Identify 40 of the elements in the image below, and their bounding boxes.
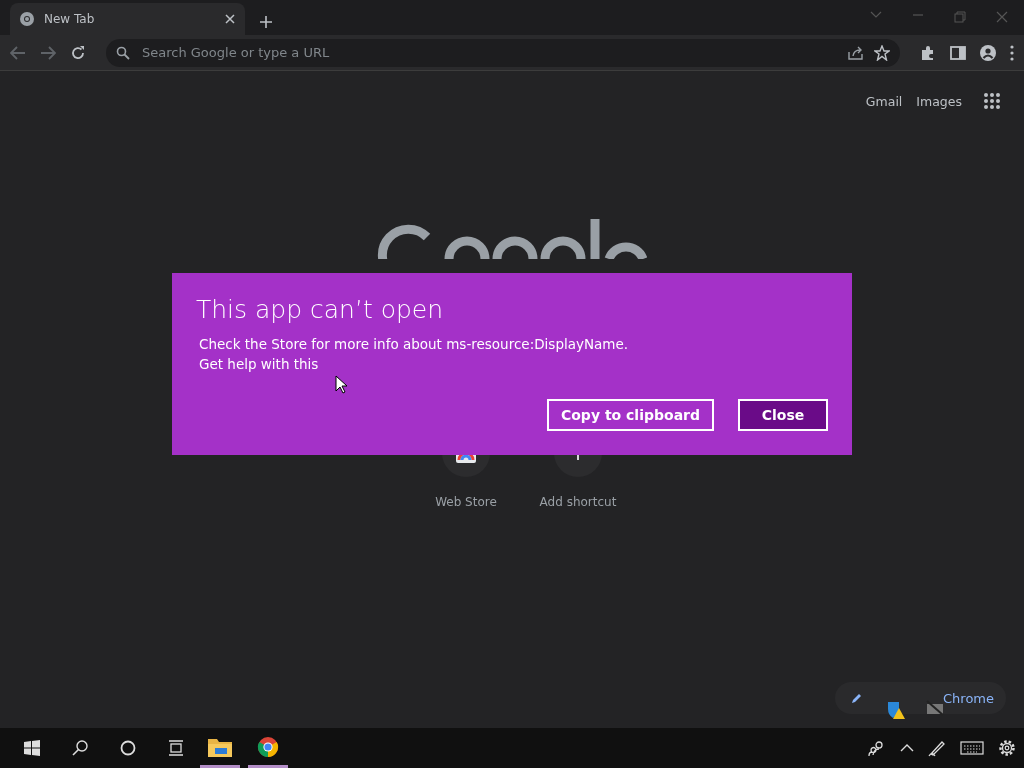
address-bar[interactable]: Search Google or type a URL <box>106 38 900 67</box>
close-icon[interactable] <box>225 14 235 24</box>
back-icon[interactable] <box>10 45 26 60</box>
new-tab-icon[interactable] <box>259 15 273 29</box>
pen-icon[interactable] <box>928 739 946 757</box>
shortcut-label: Add shortcut <box>539 495 617 509</box>
copy-button[interactable]: Copy to clipboard <box>546 399 714 431</box>
menu-icon[interactable] <box>1010 44 1014 61</box>
shortcut-label: Web Store <box>435 495 497 509</box>
customize-chrome-button[interactable]: Chrome <box>835 682 1006 714</box>
crossed-device-icon[interactable] <box>926 700 944 716</box>
reload-icon[interactable] <box>70 44 86 61</box>
profile-icon[interactable] <box>980 44 996 61</box>
pencil-icon <box>851 692 863 704</box>
windows-logo-icon[interactable] <box>24 740 40 756</box>
chrome-icon[interactable] <box>257 735 279 758</box>
search-icon[interactable] <box>72 740 88 756</box>
keyboard-icon[interactable] <box>960 741 984 755</box>
chevron-up-icon[interactable] <box>900 744 914 752</box>
cursor-icon <box>335 375 347 394</box>
help-link[interactable]: Get help with this <box>199 356 319 372</box>
search-icon <box>116 45 130 60</box>
header-link[interactable]: Images <box>916 93 962 109</box>
star-icon[interactable] <box>874 44 890 61</box>
apps-grid-icon[interactable] <box>984 93 1000 109</box>
settings-icon[interactable] <box>998 739 1016 757</box>
chrome-icon <box>20 12 34 26</box>
puzzle-icon[interactable] <box>920 44 936 61</box>
dialog-message: Check the Store for more info about ms-resource:DisplayName. <box>199 336 630 352</box>
forward-icon[interactable] <box>40 45 56 60</box>
shield-warning-icon[interactable] <box>886 700 906 720</box>
task-view-icon[interactable] <box>167 740 185 756</box>
circle-icon[interactable] <box>120 740 136 756</box>
close-button[interactable]: Close <box>738 399 828 431</box>
header-link[interactable]: Gmail <box>865 93 903 109</box>
share-icon[interactable] <box>848 45 864 60</box>
dialog-title: This app can’t open <box>196 295 445 324</box>
side-panel-icon[interactable] <box>950 45 966 60</box>
people-icon[interactable] <box>868 740 886 756</box>
browser-tab[interactable]: New Tab <box>10 3 245 35</box>
